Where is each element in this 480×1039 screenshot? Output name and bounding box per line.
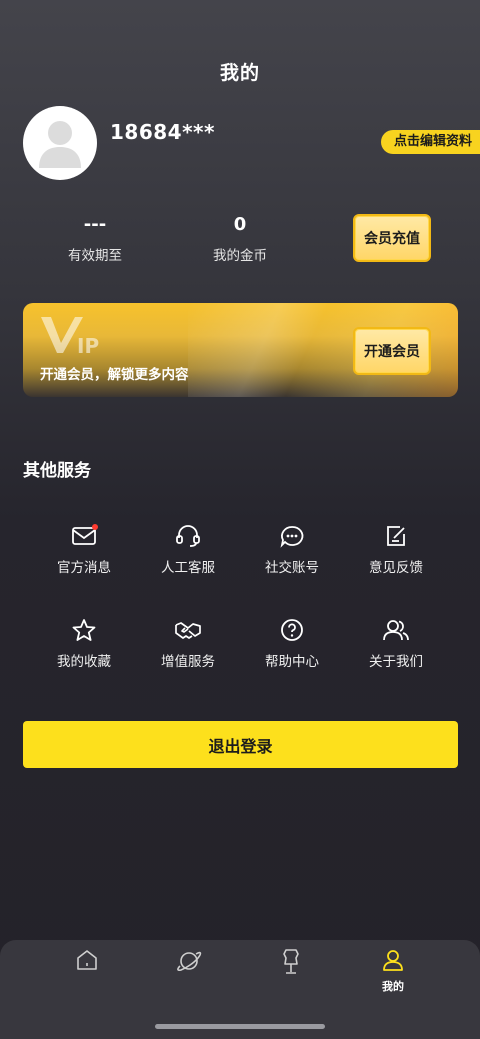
tab-profile-label: 我的 — [382, 980, 404, 993]
service-favorites[interactable]: 我的收藏 — [34, 616, 134, 670]
edit-profile-button[interactable]: 点击编辑资料 — [380, 130, 480, 154]
feedback-edit-icon — [387, 526, 405, 546]
profile-icon — [383, 950, 403, 971]
service-label: 人工客服 — [161, 560, 215, 576]
section-title-services: 其他服务 — [23, 461, 91, 481]
star-icon — [72, 619, 96, 641]
page-title: 我的 — [219, 62, 260, 84]
logout-button[interactable]: 退出登录 — [23, 721, 458, 768]
service-label: 我的收藏 — [57, 654, 111, 670]
headset-icon — [176, 525, 200, 547]
coins-stat: 0 我的金币 — [185, 214, 295, 264]
tab-home[interactable] — [57, 948, 117, 976]
service-label: 官方消息 — [57, 560, 111, 576]
chat-bubble-icon — [280, 526, 304, 548]
notification-dot — [92, 524, 98, 530]
tab-profile[interactable]: 我的 — [363, 948, 423, 994]
coins-label: 我的金币 — [213, 248, 267, 264]
avatar[interactable] — [23, 106, 97, 180]
home-indicator — [155, 1024, 325, 1029]
vip-card[interactable]: IP 开通会员，解锁更多内容 开通会员 — [23, 303, 458, 397]
users-icon — [383, 620, 409, 641]
username: 18684*** — [110, 120, 215, 144]
vip-description: 开通会员，解锁更多内容 — [40, 367, 189, 383]
handshake-icon — [175, 622, 201, 639]
service-official-messages[interactable]: 官方消息 — [34, 522, 134, 576]
service-label: 意见反馈 — [369, 560, 423, 576]
service-about-us[interactable]: 关于我们 — [346, 616, 446, 670]
user-avatar-icon — [39, 121, 81, 168]
service-label: 帮助中心 — [265, 654, 319, 670]
tab-wardrobe[interactable] — [261, 948, 321, 980]
home-icon — [77, 950, 97, 970]
validity-value: --- — [83, 214, 107, 235]
service-label: 社交账号 — [265, 560, 319, 576]
service-social-accounts[interactable]: 社交账号 — [242, 522, 342, 576]
tab-discover[interactable] — [159, 948, 219, 978]
service-feedback[interactable]: 意见反馈 — [346, 522, 446, 576]
planet-icon — [177, 951, 202, 972]
validity-label: 有效期至 — [68, 248, 122, 264]
help-icon — [281, 619, 303, 641]
recharge-button[interactable]: 会员充值 — [353, 214, 431, 262]
coins-value: 0 — [233, 214, 247, 235]
service-label: 增值服务 — [161, 654, 215, 670]
validity-stat: --- 有效期至 — [40, 214, 150, 264]
svg-text:IP: IP — [77, 334, 99, 357]
service-help-center[interactable]: 帮助中心 — [242, 616, 342, 670]
service-label: 关于我们 — [369, 654, 423, 670]
mannequin-icon — [283, 949, 299, 974]
vip-logo: IP — [41, 317, 99, 357]
service-value-added[interactable]: 增值服务 — [138, 616, 238, 670]
service-customer-support[interactable]: 人工客服 — [138, 522, 238, 576]
open-vip-button[interactable]: 开通会员 — [353, 327, 431, 375]
